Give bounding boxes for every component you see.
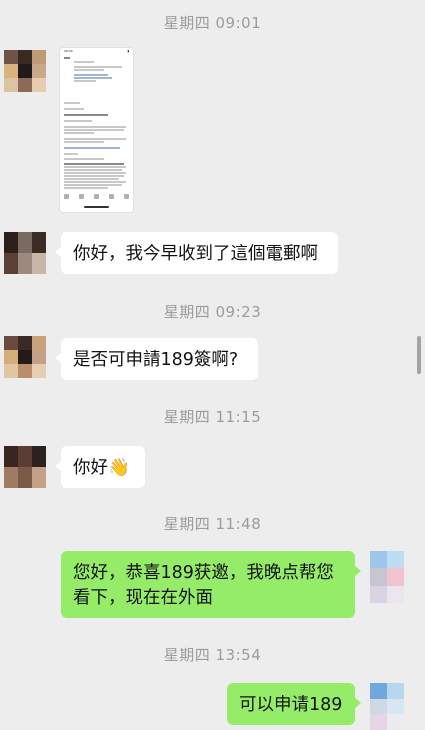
image-message-email-screenshot[interactable]: 09:00 ▮	[60, 48, 133, 212]
image-home-indicator	[84, 206, 109, 208]
my-avatar[interactable]	[370, 551, 404, 603]
message-bubble-outgoing[interactable]: 可以申请189	[227, 683, 361, 725]
image-tab-bar	[64, 194, 129, 199]
timestamp: 星期四 13:54	[163, 646, 262, 664]
image-status-time: 09:00	[64, 49, 73, 53]
message-text: 是否可申請189簽啊?	[73, 350, 239, 370]
timestamp: 星期四 11:48	[163, 515, 262, 533]
timestamp: 星期四 11:15	[163, 408, 262, 426]
message-text: 你好，我今早收到了這個電郵啊	[73, 244, 318, 264]
timestamp: 星期四 09:23	[163, 303, 262, 321]
message-text-line: 看下，现在在外面	[73, 588, 213, 608]
message-bubble-outgoing[interactable]: 您好，恭喜189获邀，我晚点帮您 看下，现在在外面	[61, 551, 361, 618]
scrollbar[interactable]	[417, 336, 421, 374]
my-avatar[interactable]	[370, 683, 404, 730]
message-text: 可以申请189	[239, 695, 343, 715]
message-bubble-incoming[interactable]: 你好，我今早收到了這個電郵啊	[55, 232, 338, 274]
contact-avatar[interactable]	[4, 232, 46, 274]
message-bubble-incoming[interactable]: 是否可申請189簽啊?	[55, 338, 258, 380]
image-battery-icon: ▮	[127, 49, 129, 53]
contact-avatar[interactable]	[4, 446, 46, 488]
waving-hand-icon: 👋	[108, 458, 130, 478]
timestamp: 星期四 09:01	[163, 14, 262, 32]
image-status-bar: 09:00 ▮	[60, 48, 133, 53]
message-text: 你好	[73, 458, 108, 478]
contact-avatar[interactable]	[4, 336, 46, 378]
contact-avatar[interactable]	[4, 50, 46, 92]
message-text-line: 您好，恭喜189获邀，我晚点帮您	[73, 563, 334, 583]
message-bubble-incoming[interactable]: 你好👋	[55, 446, 145, 488]
